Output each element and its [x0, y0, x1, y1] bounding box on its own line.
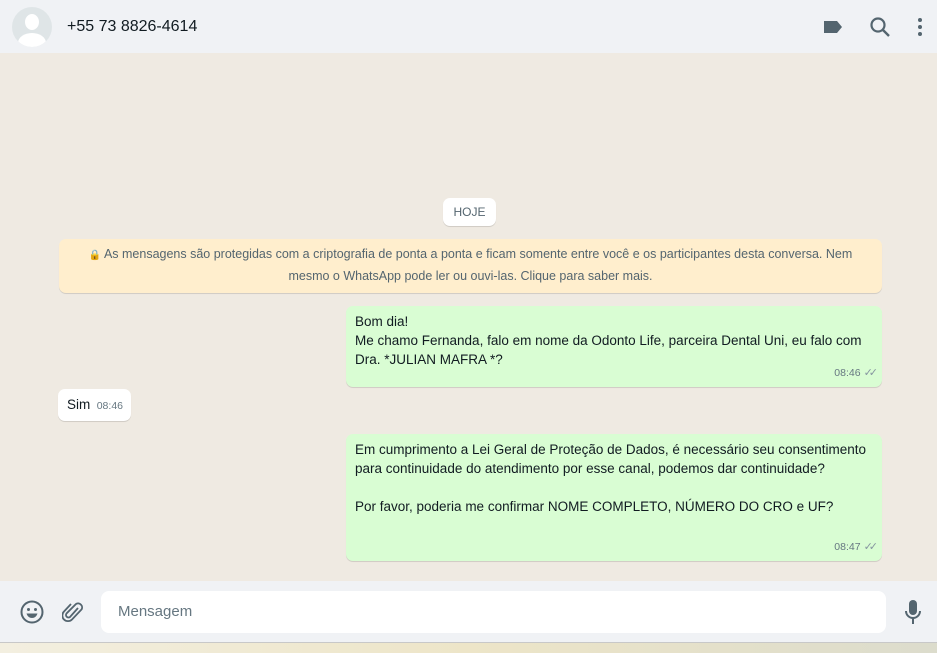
- message-incoming[interactable]: Sim 08:46: [58, 389, 131, 421]
- message-text: Me chamo Fernanda, falo em nome da Odont…: [355, 333, 862, 367]
- message-time: 08:46: [96, 400, 123, 412]
- message-outgoing[interactable]: Em cumprimento a Lei Geral de Proteção d…: [346, 434, 882, 561]
- avatar[interactable]: [12, 6, 52, 47]
- double-check-icon: ✓✓: [863, 541, 879, 553]
- message-outgoing[interactable]: Bom dia! Me chamo Fernanda, falo em nome…: [346, 306, 882, 387]
- message-time: 08:46: [834, 367, 861, 379]
- contact-name[interactable]: +55 73 8826-4614: [67, 18, 197, 36]
- message-input[interactable]: Mensagem: [101, 591, 886, 633]
- date-chip: HOJE: [443, 198, 496, 226]
- emoji-icon[interactable]: [20, 600, 44, 624]
- search-icon[interactable]: [869, 16, 891, 38]
- message-text: Bom dia!: [355, 314, 409, 329]
- chat-header: +55 73 8826-4614: [0, 0, 937, 53]
- message-text: Sim: [67, 397, 91, 412]
- label-icon[interactable]: [823, 19, 843, 35]
- menu-icon[interactable]: [917, 17, 923, 37]
- message-time: 08:47: [834, 541, 861, 553]
- encryption-notice[interactable]: 🔒 As mensagens são protegidas com a crip…: [59, 239, 882, 293]
- message-text: Em cumprimento a Lei Geral de Proteção d…: [355, 442, 867, 476]
- lock-icon: 🔒: [88, 250, 104, 261]
- desktop-strip: [0, 643, 937, 653]
- microphone-icon[interactable]: [905, 599, 921, 625]
- composer: Mensagem: [0, 581, 937, 643]
- double-check-icon: ✓✓: [863, 367, 879, 379]
- attach-icon[interactable]: [62, 600, 84, 624]
- message-text: Por favor, poderia me confirmar NOME COM…: [355, 499, 834, 514]
